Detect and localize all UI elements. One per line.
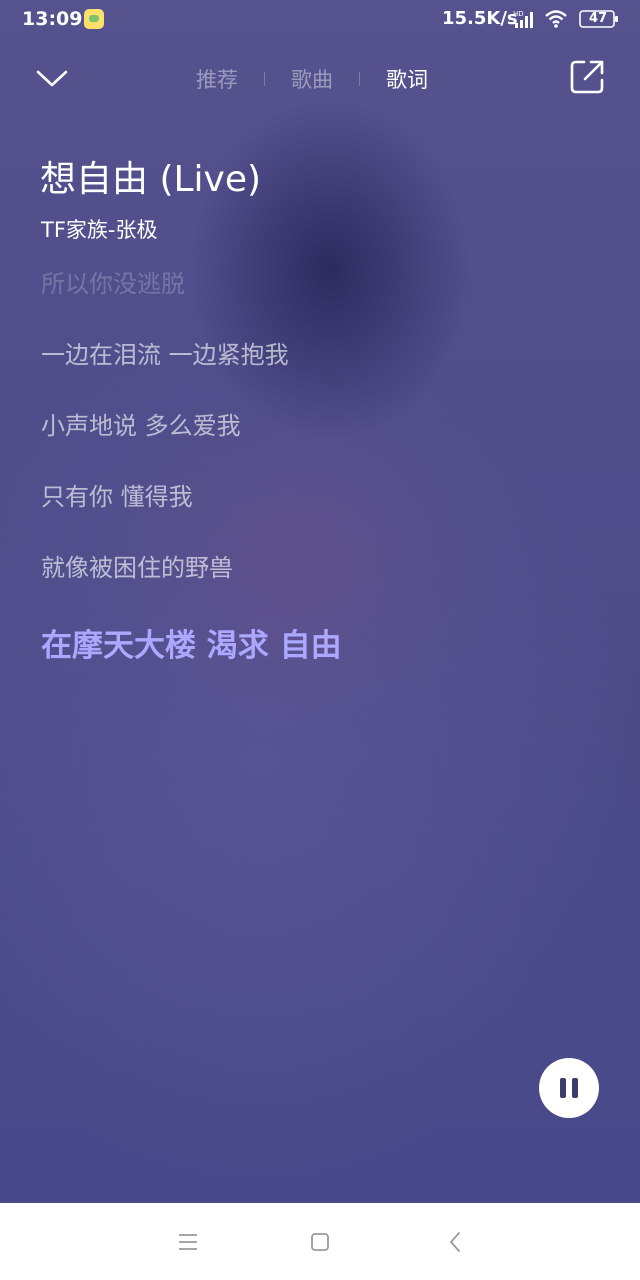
- share-icon[interactable]: [568, 58, 606, 96]
- pause-button[interactable]: [539, 1058, 599, 1118]
- tab-recommend[interactable]: 推荐: [190, 64, 244, 94]
- back-icon[interactable]: [444, 1230, 468, 1254]
- battery-level: 47: [588, 11, 608, 26]
- lyric-line[interactable]: 就像被困住的野兽: [41, 548, 233, 583]
- lyric-line[interactable]: 只有你 懂得我: [41, 477, 193, 512]
- menu-icon[interactable]: [176, 1230, 200, 1254]
- home-icon[interactable]: [308, 1230, 332, 1254]
- wifi-icon: [545, 10, 567, 28]
- network-speed: 15.5K/s: [442, 8, 518, 29]
- lyric-line[interactable]: 小声地说 多么爱我: [41, 406, 241, 441]
- tab-song[interactable]: 歌曲: [285, 64, 339, 94]
- lyric-line[interactable]: 所以你没逃脱: [41, 264, 185, 299]
- player-tabs: 推荐 歌曲 歌词: [190, 64, 434, 94]
- song-title: 想自由 (Live): [40, 159, 262, 200]
- song-artist[interactable]: TF家族-张极: [41, 214, 157, 244]
- pause-icon: [572, 1078, 578, 1098]
- notification-app-icon: [84, 9, 104, 29]
- chevron-down-icon[interactable]: [30, 60, 74, 96]
- tab-divider: [264, 72, 265, 86]
- system-nav-bar: [0, 1203, 640, 1280]
- signal-icon: HD: [513, 10, 533, 28]
- status-time: 13:09: [22, 8, 83, 30]
- player-top-nav: 推荐 歌曲 歌词: [0, 50, 640, 108]
- tab-divider: [359, 72, 360, 86]
- lyric-line[interactable]: 一边在泪流 一边紧抱我: [41, 335, 289, 370]
- signal-hd-label: HD: [513, 10, 524, 18]
- current-lyric-line[interactable]: 在摩天大楼 渴求 自由: [41, 620, 342, 665]
- tab-lyrics[interactable]: 歌词: [380, 64, 434, 94]
- pause-icon: [560, 1078, 566, 1098]
- lyrics-screen: 13:09 15.5K/s HD 47 推荐 歌曲 歌词 想自由 (Live) …: [0, 0, 640, 1280]
- status-bar: 13:09 15.5K/s HD 47: [0, 0, 640, 40]
